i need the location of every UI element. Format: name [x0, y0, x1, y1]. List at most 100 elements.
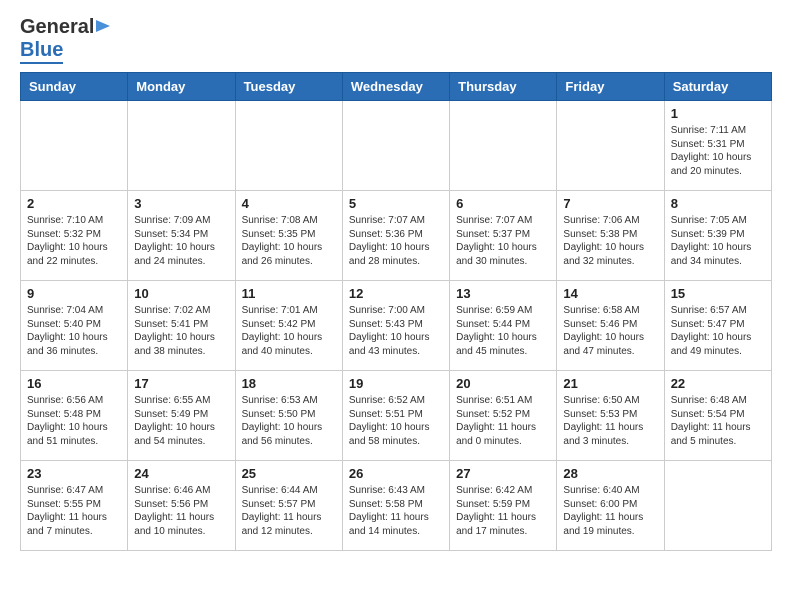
day-info: Sunrise: 6:58 AM Sunset: 5:46 PM Dayligh…	[563, 304, 657, 358]
day-info: Sunrise: 7:06 AM Sunset: 5:38 PM Dayligh…	[563, 214, 657, 268]
day-info: Sunrise: 7:11 AM Sunset: 5:31 PM Dayligh…	[671, 124, 765, 178]
day-number: 7	[563, 196, 657, 211]
day-number: 3	[134, 196, 228, 211]
header: General Blue	[20, 16, 772, 62]
calendar-cell: 6Sunrise: 7:07 AM Sunset: 5:37 PM Daylig…	[450, 191, 557, 281]
calendar-cell: 1 Sunrise: 7:11 AM Sunset: 5:31 PM Daylig…	[664, 101, 771, 191]
page: General Blue SundayMondayTuesdayWednesda…	[0, 0, 792, 571]
calendar-cell: 7 Sunrise: 7:06 AM Sunset: 5:38 PM Daylig…	[557, 191, 664, 281]
calendar-cell: 12 Sunrise: 7:00 AM Sunset: 5:43 PM Dayli…	[342, 281, 449, 371]
calendar-week-row: 16 Sunrise: 6:56 AM Sunset: 5:48 PM Dayli…	[21, 371, 772, 461]
calendar-cell: 11 Sunrise: 7:01 AM Sunset: 5:42 PM Dayli…	[235, 281, 342, 371]
calendar: SundayMondayTuesdayWednesdayThursdayFrid…	[20, 72, 772, 551]
calendar-cell: 3 Sunrise: 7:09 AM Sunset: 5:34 PM Daylig…	[128, 191, 235, 281]
day-info: Sunrise: 7:07 AM Sunset: 5:37 PM Dayligh…	[456, 214, 550, 268]
calendar-week-row: 23 Sunrise: 6:47 AM Sunset: 5:55 PM Dayli…	[21, 461, 772, 551]
calendar-cell: 9 Sunrise: 7:04 AM Sunset: 5:40 PM Daylig…	[21, 281, 128, 371]
day-info: Sunrise: 6:59 AM Sunset: 5:44 PM Dayligh…	[456, 304, 550, 358]
logo: General Blue	[20, 16, 112, 62]
day-number: 20	[456, 376, 550, 391]
day-info: Sunrise: 6:44 AM Sunset: 5:57 PM Dayligh…	[242, 484, 336, 538]
calendar-cell: 26 Sunrise: 6:43 AM Sunset: 5:58 PM Dayli…	[342, 461, 449, 551]
calendar-week-row: 1 Sunrise: 7:11 AM Sunset: 5:31 PM Daylig…	[21, 101, 772, 191]
calendar-cell	[664, 461, 771, 551]
day-number: 4	[242, 196, 336, 211]
day-number: 1	[671, 106, 765, 121]
calendar-cell: 18 Sunrise: 6:53 AM Sunset: 5:50 PM Dayli…	[235, 371, 342, 461]
day-info: Sunrise: 6:56 AM Sunset: 5:48 PM Dayligh…	[27, 394, 121, 448]
weekday-header-friday: Friday	[557, 73, 664, 101]
day-number: 21	[563, 376, 657, 391]
day-info: Sunrise: 7:07 AM Sunset: 5:36 PM Dayligh…	[349, 214, 443, 268]
calendar-cell: 4 Sunrise: 7:08 AM Sunset: 5:35 PM Daylig…	[235, 191, 342, 281]
day-number: 19	[349, 376, 443, 391]
day-info: Sunrise: 7:08 AM Sunset: 5:35 PM Dayligh…	[242, 214, 336, 268]
day-info: Sunrise: 6:43 AM Sunset: 5:58 PM Dayligh…	[349, 484, 443, 538]
calendar-cell: 10 Sunrise: 7:02 AM Sunset: 5:41 PM Dayli…	[128, 281, 235, 371]
calendar-cell: 22 Sunrise: 6:48 AM Sunset: 5:54 PM Dayli…	[664, 371, 771, 461]
day-number: 10	[134, 286, 228, 301]
day-number: 18	[242, 376, 336, 391]
weekday-header-monday: Monday	[128, 73, 235, 101]
day-number: 12	[349, 286, 443, 301]
day-number: 26	[349, 466, 443, 481]
weekday-header-tuesday: Tuesday	[235, 73, 342, 101]
calendar-cell: 25 Sunrise: 6:44 AM Sunset: 5:57 PM Dayli…	[235, 461, 342, 551]
day-info: Sunrise: 6:42 AM Sunset: 5:59 PM Dayligh…	[456, 484, 550, 538]
calendar-cell: 20 Sunrise: 6:51 AM Sunset: 5:52 PM Dayli…	[450, 371, 557, 461]
day-info: Sunrise: 7:01 AM Sunset: 5:42 PM Dayligh…	[242, 304, 336, 358]
day-info: Sunrise: 6:50 AM Sunset: 5:53 PM Dayligh…	[563, 394, 657, 448]
weekday-header-wednesday: Wednesday	[342, 73, 449, 101]
day-number: 5	[349, 196, 443, 211]
calendar-cell: 2Sunrise: 7:10 AM Sunset: 5:32 PM Daylig…	[21, 191, 128, 281]
day-number: 22	[671, 376, 765, 391]
day-info: Sunrise: 7:04 AM Sunset: 5:40 PM Dayligh…	[27, 304, 121, 358]
calendar-cell: 8 Sunrise: 7:05 AM Sunset: 5:39 PM Daylig…	[664, 191, 771, 281]
calendar-cell	[450, 101, 557, 191]
day-info: Sunrise: 6:48 AM Sunset: 5:54 PM Dayligh…	[671, 394, 765, 448]
day-number: 24	[134, 466, 228, 481]
weekday-header-sunday: Sunday	[21, 73, 128, 101]
calendar-cell: 17 Sunrise: 6:55 AM Sunset: 5:49 PM Dayli…	[128, 371, 235, 461]
weekday-header-row: SundayMondayTuesdayWednesdayThursdayFrid…	[21, 73, 772, 101]
calendar-cell: 24 Sunrise: 6:46 AM Sunset: 5:56 PM Dayli…	[128, 461, 235, 551]
calendar-cell: 13 Sunrise: 6:59 AM Sunset: 5:44 PM Dayli…	[450, 281, 557, 371]
day-info: Sunrise: 7:09 AM Sunset: 5:34 PM Dayligh…	[134, 214, 228, 268]
calendar-cell: 21 Sunrise: 6:50 AM Sunset: 5:53 PM Dayli…	[557, 371, 664, 461]
calendar-cell	[128, 101, 235, 191]
day-number: 25	[242, 466, 336, 481]
day-number: 11	[242, 286, 336, 301]
day-info: Sunrise: 7:05 AM Sunset: 5:39 PM Dayligh…	[671, 214, 765, 268]
calendar-cell: 19Sunrise: 6:52 AM Sunset: 5:51 PM Dayli…	[342, 371, 449, 461]
day-number: 27	[456, 466, 550, 481]
day-info: Sunrise: 7:02 AM Sunset: 5:41 PM Dayligh…	[134, 304, 228, 358]
logo-general-text: General	[20, 16, 94, 39]
day-info: Sunrise: 7:00 AM Sunset: 5:43 PM Dayligh…	[349, 304, 443, 358]
weekday-header-thursday: Thursday	[450, 73, 557, 101]
day-number: 16	[27, 376, 121, 391]
day-number: 9	[27, 286, 121, 301]
day-number: 17	[134, 376, 228, 391]
day-number: 15	[671, 286, 765, 301]
calendar-cell	[342, 101, 449, 191]
logo-arrow-icon	[96, 18, 112, 39]
day-info: Sunrise: 6:53 AM Sunset: 5:50 PM Dayligh…	[242, 394, 336, 448]
day-info: Sunrise: 6:55 AM Sunset: 5:49 PM Dayligh…	[134, 394, 228, 448]
day-number: 8	[671, 196, 765, 211]
day-info: Sunrise: 6:47 AM Sunset: 5:55 PM Dayligh…	[27, 484, 121, 538]
calendar-cell: 27 Sunrise: 6:42 AM Sunset: 5:59 PM Dayli…	[450, 461, 557, 551]
calendar-cell	[21, 101, 128, 191]
calendar-cell: 23 Sunrise: 6:47 AM Sunset: 5:55 PM Dayli…	[21, 461, 128, 551]
day-info: Sunrise: 6:40 AM Sunset: 6:00 PM Dayligh…	[563, 484, 657, 538]
day-number: 23	[27, 466, 121, 481]
day-info: Sunrise: 6:51 AM Sunset: 5:52 PM Dayligh…	[456, 394, 550, 448]
day-info: Sunrise: 6:46 AM Sunset: 5:56 PM Dayligh…	[134, 484, 228, 538]
calendar-cell: 14 Sunrise: 6:58 AM Sunset: 5:46 PM Dayli…	[557, 281, 664, 371]
calendar-cell: 5 Sunrise: 7:07 AM Sunset: 5:36 PM Daylig…	[342, 191, 449, 281]
day-number: 28	[563, 466, 657, 481]
day-number: 14	[563, 286, 657, 301]
day-number: 13	[456, 286, 550, 301]
calendar-cell: 15 Sunrise: 6:57 AM Sunset: 5:47 PM Dayli…	[664, 281, 771, 371]
day-info: Sunrise: 6:57 AM Sunset: 5:47 PM Dayligh…	[671, 304, 765, 358]
day-info: Sunrise: 7:10 AM Sunset: 5:32 PM Dayligh…	[27, 214, 121, 268]
